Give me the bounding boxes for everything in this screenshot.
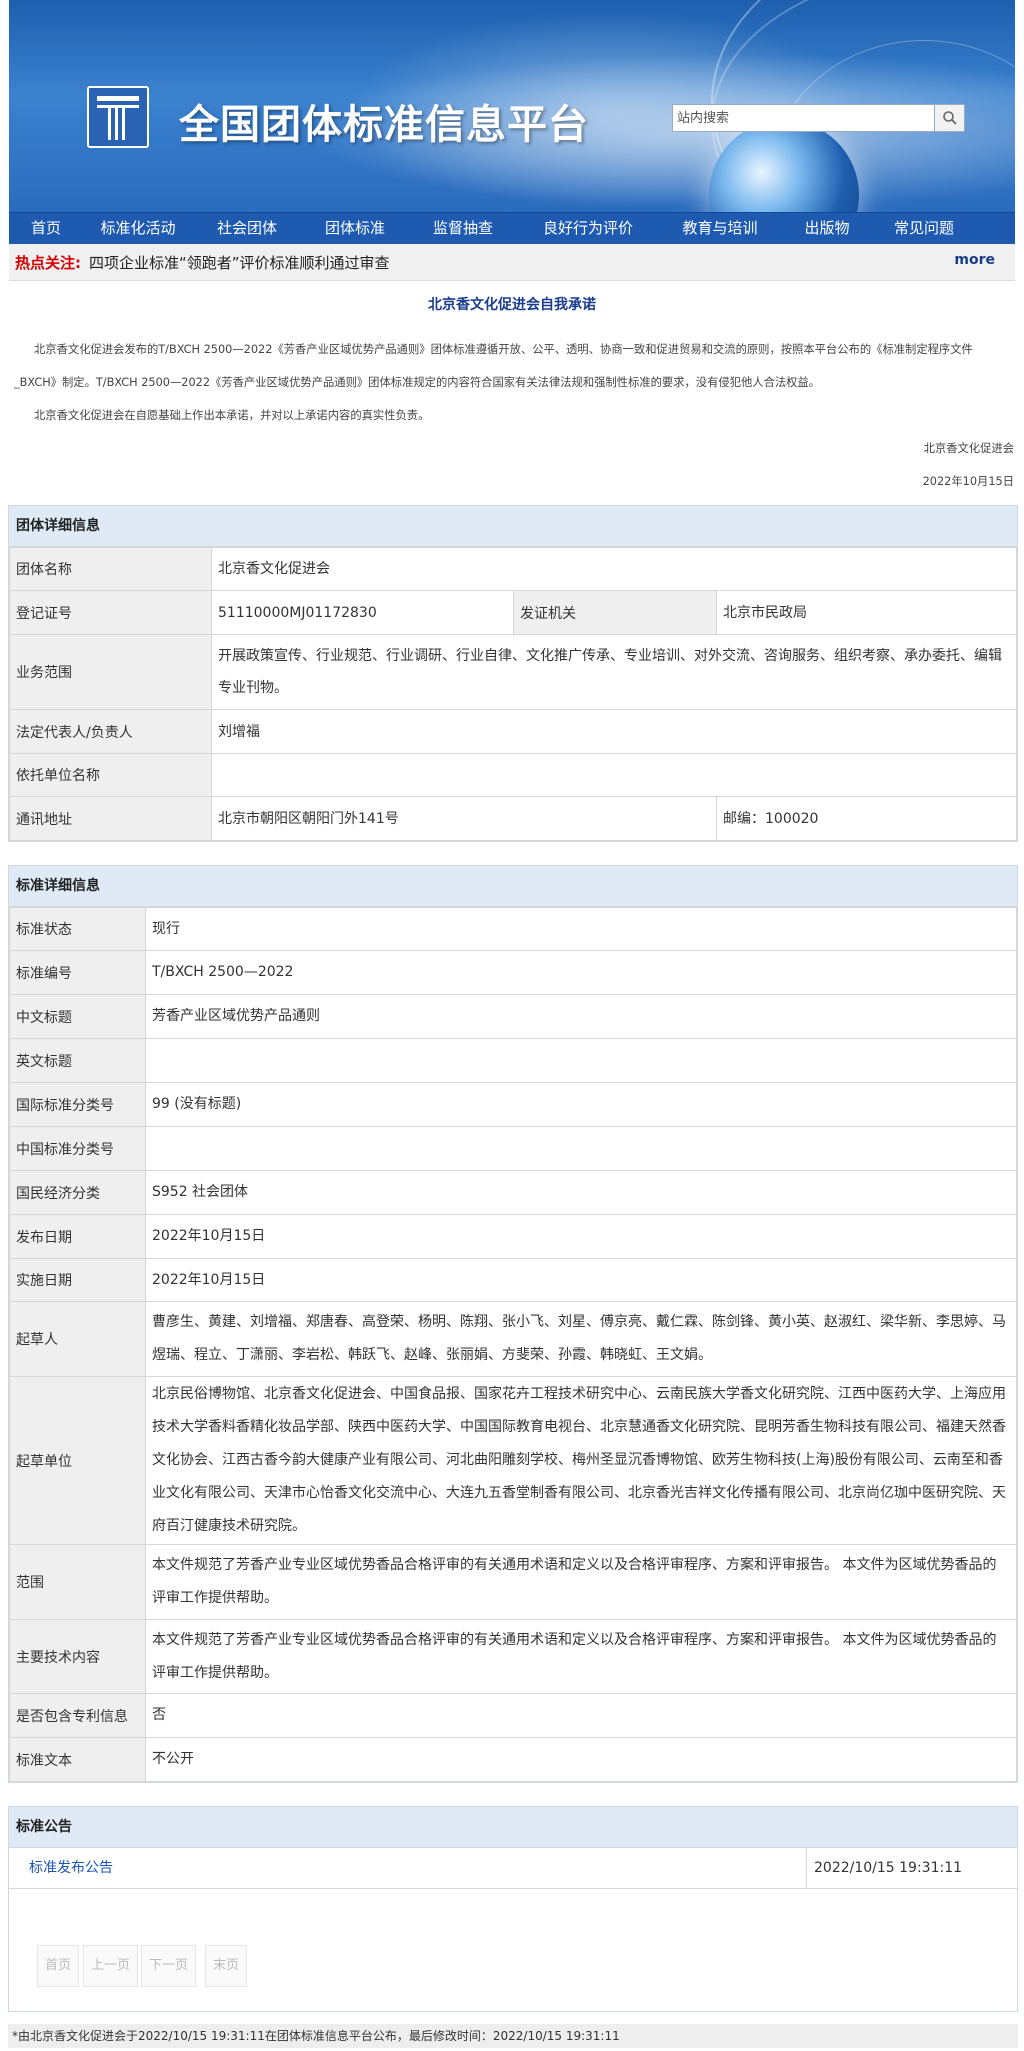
hot-label: 热点关注: bbox=[15, 253, 81, 272]
first-page-button[interactable]: 首页 bbox=[37, 1945, 80, 1987]
business-scope: 开展政策宣传、行业规范、行业调研、行业自律、文化推广传承、专业培训、对外交流、咨… bbox=[211, 634, 1017, 710]
search-input[interactable] bbox=[672, 104, 935, 132]
field-label: 英文标题 bbox=[9, 1038, 146, 1083]
field-label: 登记证号 bbox=[9, 590, 212, 635]
field-label: 实施日期 bbox=[9, 1258, 146, 1302]
patent-info: 否 bbox=[145, 1693, 1017, 1738]
field-label: 法定代表人/负责人 bbox=[9, 709, 212, 754]
section-header: 团体详细信息 bbox=[9, 506, 1017, 547]
field-label: 标准编号 bbox=[9, 950, 146, 995]
nav-supervision[interactable]: 监督抽查 bbox=[409, 213, 517, 244]
registration-number: 51110000MJ01172830 bbox=[211, 590, 514, 635]
nav-standardization-activities[interactable]: 标准化活动 bbox=[83, 213, 193, 244]
site-logo-icon[interactable] bbox=[87, 86, 149, 148]
group-details-section: 团体详细信息 团体名称 北京香文化促进会 登记证号 51110000MJ0117… bbox=[8, 505, 1018, 842]
nav-publications[interactable]: 出版物 bbox=[781, 213, 873, 244]
nav-group-standards[interactable]: 团体标准 bbox=[301, 213, 409, 244]
standard-details-section: 标准详细信息 标准状态 现行 标准编号 T/BXCH 2500—2022 中文标题芳… bbox=[8, 865, 1018, 1783]
main-nav: 首页 标准化活动 社会团体 团体标准 监督抽查 良好行为评价 教育与培训 出版物… bbox=[9, 212, 1015, 244]
field-label: 国民经济分类 bbox=[9, 1170, 146, 1215]
field-label: 是否包含专利信息 bbox=[9, 1693, 146, 1738]
standard-details-table: 标准状态 现行 标准编号 T/BXCH 2500—2022 中文标题 芳香产业区域优势… bbox=[9, 907, 1017, 1782]
header-banner: 全国团体标准信息平台 bbox=[9, 0, 1015, 212]
field-label: 依托单位名称 bbox=[9, 753, 212, 797]
announcement-section: 标准公告 标准发布公告 2022/10/15 19:31:11 首页 上一页 下… bbox=[8, 1806, 1018, 2012]
announcement-date: 2022/10/15 19:31:11 bbox=[806, 1848, 1017, 1888]
pagination: 首页 上一页 下一页 末页 bbox=[9, 1889, 1017, 2011]
mailing-address: 北京市朝阳区朝阳门外141号 bbox=[211, 796, 717, 841]
field-label: 标准文本 bbox=[9, 1737, 146, 1782]
hot-news-link[interactable]: 四项企业标准“领跑者”评价标准顺利通过审查 bbox=[89, 252, 390, 273]
economic-classification: S952 社会团体 bbox=[145, 1170, 1017, 1215]
postcode: 邮编：100020 bbox=[716, 796, 1017, 841]
field-label: 主要技术内容 bbox=[9, 1619, 146, 1694]
prev-page-button[interactable]: 上一页 bbox=[83, 1945, 139, 1987]
scope: 本文件规范了芳香产业专业区域优势香品合格评审的有关通用术语和定义以及合格评审程序… bbox=[145, 1544, 1017, 1620]
implementation-date: 2022年10月15日 bbox=[145, 1258, 1017, 1302]
nav-good-behavior[interactable]: 良好行为评价 bbox=[517, 213, 659, 244]
statement-title: 北京香文化促进会自我承诺 bbox=[428, 297, 596, 313]
field-label: 发证机关 bbox=[513, 590, 717, 635]
legal-representative: 刘增福 bbox=[211, 709, 1017, 754]
field-label: 起草单位 bbox=[9, 1376, 146, 1545]
nav-social-groups[interactable]: 社会团体 bbox=[193, 213, 301, 244]
group-details-table: 团体名称 北京香文化促进会 登记证号 51110000MJ01172830 发证… bbox=[9, 547, 1017, 841]
field-label: 发布日期 bbox=[9, 1214, 146, 1259]
nav-faq[interactable]: 常见问题 bbox=[873, 213, 975, 244]
field-label: 国际标准分类号 bbox=[9, 1082, 146, 1127]
ccs-code bbox=[145, 1126, 1017, 1171]
statement-paragraph: 北京香文化促进会在自愿基础上作出本承诺，并对以上承诺内容的真实性负责。 bbox=[34, 409, 430, 422]
publish-date: 2022年10月15日 bbox=[145, 1214, 1017, 1259]
standard-number: T/BXCH 2500—2022 bbox=[145, 950, 1017, 995]
supporting-unit bbox=[211, 753, 1017, 797]
statement-paragraph: 北京香文化促进会发布的T/BXCH 2500—2022《芳香产业区域优势产品通则… bbox=[14, 343, 973, 389]
issuing-authority: 北京市民政局 bbox=[716, 590, 1017, 635]
field-label: 中文标题 bbox=[9, 994, 146, 1039]
announcement-link[interactable]: 标准发布公告 bbox=[9, 1848, 806, 1888]
next-page-button[interactable]: 下一页 bbox=[141, 1945, 197, 1987]
field-label: 范围 bbox=[9, 1544, 146, 1620]
main-technical-content: 本文件规范了芳香产业专业区域优势香品合格评审的有关通用术语和定义以及合格评审程序… bbox=[145, 1619, 1017, 1694]
chinese-title: 芳香产业区域优势产品通则 bbox=[145, 994, 1017, 1039]
drafters: 曹彦生、黄建、刘增福、郑唐春、高登荣、杨明、陈翔、张小飞、刘星、傅京亮、戴仁霖、… bbox=[145, 1301, 1017, 1377]
statement-date: 2022年10月15日 bbox=[922, 475, 1014, 488]
table-row: 标准发布公告 2022/10/15 19:31:11 bbox=[9, 1848, 1017, 1889]
english-title bbox=[145, 1038, 1017, 1083]
field-label: 团体名称 bbox=[9, 547, 212, 591]
search-icon bbox=[942, 111, 957, 125]
statement-body: 北京香文化促进会发布的T/BXCH 2500—2022《芳香产业区域优势产品通则… bbox=[14, 333, 1014, 498]
nav-education-training[interactable]: 教育与培训 bbox=[659, 213, 781, 244]
ics-code: 99 (没有标题) bbox=[145, 1082, 1017, 1127]
page: 全国团体标准信息平台 首页 标准化活动 社会团体 团体标准 监督抽查 良好行为评… bbox=[0, 0, 1024, 2048]
field-label: 起草人 bbox=[9, 1301, 146, 1377]
drafting-units: 北京民俗博物馆、北京香文化促进会、中国食品报、国家花卉工程技术研究中心、云南民族… bbox=[145, 1376, 1017, 1545]
footer-note: *由北京香文化促进会于2022/10/15 19:31:11在团体标准信息平台公… bbox=[8, 2024, 1018, 2048]
field-label: 通讯地址 bbox=[9, 796, 212, 841]
field-label: 业务范围 bbox=[9, 634, 212, 710]
field-label: 中国标准分类号 bbox=[9, 1126, 146, 1171]
site-title[interactable]: 全国团体标准信息平台 bbox=[179, 92, 589, 150]
section-header: 标准公告 bbox=[9, 1807, 1017, 1848]
field-label: 标准状态 bbox=[9, 907, 146, 951]
group-name: 北京香文化促进会 bbox=[211, 547, 1017, 591]
standard-status: 现行 bbox=[145, 907, 1017, 951]
hot-news-bar: 热点关注: 四项企业标准“领跑者”评价标准顺利通过审查 more bbox=[9, 244, 1015, 281]
standard-text: 不公开 bbox=[145, 1737, 1017, 1782]
site-search bbox=[672, 104, 967, 132]
last-page-button[interactable]: 末页 bbox=[205, 1945, 248, 1987]
more-link[interactable]: more bbox=[954, 252, 995, 268]
nav-home[interactable]: 首页 bbox=[9, 213, 83, 244]
section-header: 标准详细信息 bbox=[9, 866, 1017, 907]
search-button[interactable] bbox=[935, 104, 965, 132]
statement-signature: 北京香文化促进会 bbox=[923, 442, 1014, 455]
